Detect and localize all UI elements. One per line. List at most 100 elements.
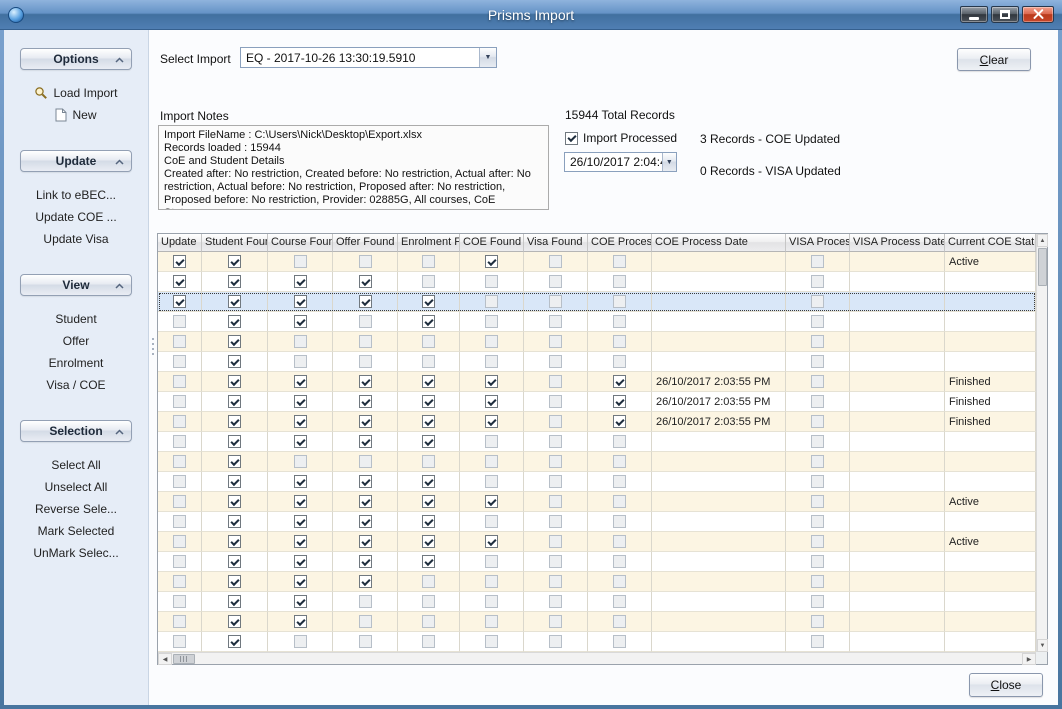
row-checkbox[interactable]: [549, 395, 562, 408]
row-checkbox[interactable]: [228, 515, 241, 528]
sidebar-item-visa-coe[interactable]: Visa / COE: [4, 374, 148, 396]
row-checkbox[interactable]: [228, 455, 241, 468]
column-header-coe-process-date[interactable]: COE Process Date: [652, 234, 786, 252]
row-checkbox[interactable]: [294, 315, 307, 328]
sidebar-item-reverse-sele[interactable]: Reverse Sele...: [4, 498, 148, 520]
process-date-dropdown[interactable]: 26/10/2017 2:04:49 ▼: [564, 152, 677, 172]
row-checkbox[interactable]: [294, 395, 307, 408]
row-checkbox[interactable]: [811, 595, 824, 608]
row-checkbox[interactable]: [228, 475, 241, 488]
row-checkbox[interactable]: [228, 255, 241, 268]
row-checkbox[interactable]: [294, 295, 307, 308]
row-checkbox[interactable]: [613, 635, 626, 648]
row-checkbox[interactable]: [173, 595, 186, 608]
row-checkbox[interactable]: [359, 555, 372, 568]
row-checkbox[interactable]: [422, 475, 435, 488]
row-checkbox[interactable]: [359, 495, 372, 508]
sidebar-item-new[interactable]: New: [4, 104, 148, 126]
row-checkbox[interactable]: [549, 515, 562, 528]
row-checkbox[interactable]: [422, 455, 435, 468]
horizontal-scrollbar[interactable]: ◀ ▶: [158, 652, 1036, 664]
sidebar-item-update-visa[interactable]: Update Visa: [4, 228, 148, 250]
row-checkbox[interactable]: [811, 575, 824, 588]
row-checkbox[interactable]: [422, 555, 435, 568]
row-checkbox[interactable]: [811, 335, 824, 348]
row-checkbox[interactable]: [294, 355, 307, 368]
row-checkbox[interactable]: [811, 255, 824, 268]
row-checkbox[interactable]: [359, 595, 372, 608]
row-checkbox[interactable]: [359, 575, 372, 588]
row-checkbox[interactable]: [613, 515, 626, 528]
row-checkbox[interactable]: [485, 415, 498, 428]
row-checkbox[interactable]: [294, 475, 307, 488]
row-checkbox[interactable]: [294, 255, 307, 268]
row-checkbox[interactable]: [422, 395, 435, 408]
row-checkbox[interactable]: [811, 495, 824, 508]
row-checkbox[interactable]: [485, 395, 498, 408]
row-checkbox[interactable]: [228, 375, 241, 388]
row-checkbox[interactable]: [811, 535, 824, 548]
row-checkbox[interactable]: [228, 355, 241, 368]
row-checkbox[interactable]: [359, 395, 372, 408]
row-checkbox[interactable]: [422, 535, 435, 548]
column-header-current-coe-status[interactable]: Current COE Status: [945, 234, 1036, 252]
row-checkbox[interactable]: [422, 435, 435, 448]
row-checkbox[interactable]: [294, 335, 307, 348]
row-checkbox[interactable]: [359, 435, 372, 448]
row-checkbox[interactable]: [173, 615, 186, 628]
row-checkbox[interactable]: [549, 315, 562, 328]
row-checkbox[interactable]: [613, 375, 626, 388]
row-checkbox[interactable]: [613, 495, 626, 508]
row-checkbox[interactable]: [422, 575, 435, 588]
row-checkbox[interactable]: [811, 315, 824, 328]
row-checkbox[interactable]: [228, 575, 241, 588]
row-checkbox[interactable]: [228, 435, 241, 448]
select-import-dropdown[interactable]: EQ - 2017-10-26 13:30:19.5910 ▼: [240, 47, 497, 68]
row-checkbox[interactable]: [549, 575, 562, 588]
row-checkbox[interactable]: [613, 315, 626, 328]
row-checkbox[interactable]: [422, 375, 435, 388]
row-checkbox[interactable]: [173, 355, 186, 368]
row-checkbox[interactable]: [294, 415, 307, 428]
sidebar-item-enrolment[interactable]: Enrolment: [4, 352, 148, 374]
row-checkbox[interactable]: [173, 435, 186, 448]
row-checkbox[interactable]: [173, 555, 186, 568]
row-checkbox[interactable]: [359, 475, 372, 488]
row-checkbox[interactable]: [422, 355, 435, 368]
row-checkbox[interactable]: [485, 435, 498, 448]
row-checkbox[interactable]: [485, 275, 498, 288]
row-checkbox[interactable]: [613, 295, 626, 308]
row-checkbox[interactable]: [549, 275, 562, 288]
scroll-up-icon[interactable]: ▲: [1037, 234, 1048, 247]
row-checkbox[interactable]: [485, 315, 498, 328]
row-checkbox[interactable]: [228, 395, 241, 408]
row-checkbox[interactable]: [811, 355, 824, 368]
row-checkbox[interactable]: [359, 455, 372, 468]
row-checkbox[interactable]: [422, 615, 435, 628]
row-checkbox[interactable]: [294, 615, 307, 628]
sidebar-item-select-all[interactable]: Select All: [4, 454, 148, 476]
table-row[interactable]: [158, 432, 1036, 452]
row-checkbox[interactable]: [359, 255, 372, 268]
row-checkbox[interactable]: [811, 275, 824, 288]
table-row[interactable]: 26/10/2017 2:03:55 PMFinished: [158, 412, 1036, 432]
row-checkbox[interactable]: [811, 475, 824, 488]
row-checkbox[interactable]: [359, 635, 372, 648]
row-checkbox[interactable]: [294, 635, 307, 648]
row-checkbox[interactable]: [359, 415, 372, 428]
row-checkbox[interactable]: [294, 435, 307, 448]
row-checkbox[interactable]: [613, 395, 626, 408]
table-row[interactable]: Active: [158, 252, 1036, 272]
row-checkbox[interactable]: [811, 515, 824, 528]
row-checkbox[interactable]: [294, 575, 307, 588]
row-checkbox[interactable]: [173, 395, 186, 408]
row-checkbox[interactable]: [228, 275, 241, 288]
column-header-visa-processed[interactable]: VISA Processed: [786, 234, 850, 252]
column-header-offer-found[interactable]: Offer Found: [333, 234, 398, 252]
table-row[interactable]: 26/10/2017 2:03:55 PMFinished: [158, 372, 1036, 392]
row-checkbox[interactable]: [613, 275, 626, 288]
row-checkbox[interactable]: [613, 435, 626, 448]
row-checkbox[interactable]: [294, 535, 307, 548]
row-checkbox[interactable]: [613, 255, 626, 268]
row-checkbox[interactable]: [422, 415, 435, 428]
